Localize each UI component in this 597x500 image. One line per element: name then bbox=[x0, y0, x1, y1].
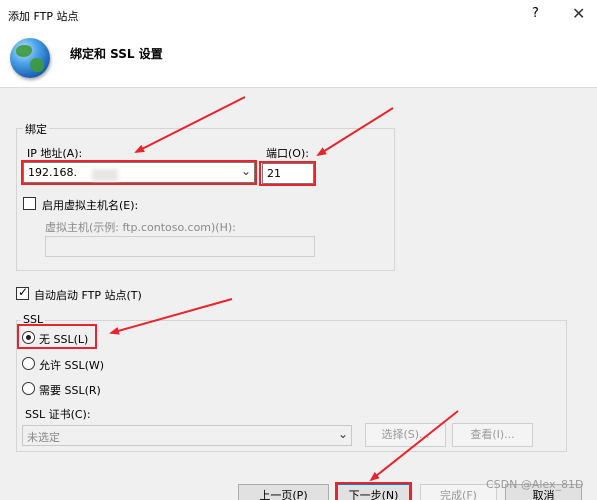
annotation-highlight-ip bbox=[21, 160, 257, 185]
radio-require-ssl[interactable] bbox=[22, 382, 35, 395]
window-title: 添加 FTP 站点 bbox=[8, 10, 79, 23]
select-cert-button[interactable]: 选择(S)... bbox=[365, 423, 446, 447]
page-title: 绑定和 SSL 设置 bbox=[70, 47, 163, 61]
enable-virtual-host-checkbox[interactable] bbox=[23, 197, 36, 210]
title-bar bbox=[0, 0, 597, 30]
virtual-host-input[interactable] bbox=[45, 236, 315, 257]
radio-allow-ssl[interactable] bbox=[22, 357, 35, 370]
binding-group-label: 绑定 bbox=[23, 121, 49, 137]
ip-address-label: IP 地址(A): bbox=[27, 147, 83, 160]
annotation-highlight-no-ssl bbox=[17, 324, 97, 349]
radio-allow-ssl-label: 允许 SSL(W) bbox=[39, 359, 105, 372]
watermark-text: CSDN @Alex_81D bbox=[486, 478, 584, 491]
check-icon: ✓ bbox=[18, 285, 29, 299]
ssl-cert-label: SSL 证书(C): bbox=[25, 408, 91, 421]
radio-require-ssl-label: 需要 SSL(R) bbox=[39, 384, 101, 397]
auto-start-label: 自动启动 FTP 站点(T) bbox=[34, 289, 142, 302]
help-icon[interactable]: ? bbox=[532, 6, 539, 21]
port-label: 端口(O): bbox=[266, 147, 309, 160]
globe-icon-land bbox=[30, 58, 44, 72]
chevron-down-icon[interactable]: ⌄ bbox=[338, 427, 348, 441]
close-icon[interactable]: ✕ bbox=[572, 4, 585, 23]
enable-virtual-host-label: 启用虚拟主机名(E): bbox=[42, 199, 139, 212]
auto-start-checkbox[interactable]: ✓ bbox=[16, 285, 29, 300]
ssl-cert-value: 未选定 bbox=[27, 431, 60, 444]
annotation-highlight-port bbox=[259, 161, 316, 186]
annotation-highlight-next bbox=[335, 482, 412, 500]
ssl-cert-combo[interactable]: 未选定 ⌄ bbox=[22, 425, 352, 446]
prev-button[interactable]: 上一页(P) bbox=[238, 484, 329, 500]
virtual-host-label: 虚拟主机(示例: ftp.contoso.com)(H): bbox=[45, 221, 236, 234]
globe-icon bbox=[10, 38, 50, 78]
view-cert-button[interactable]: 查看(I)... bbox=[452, 423, 533, 447]
